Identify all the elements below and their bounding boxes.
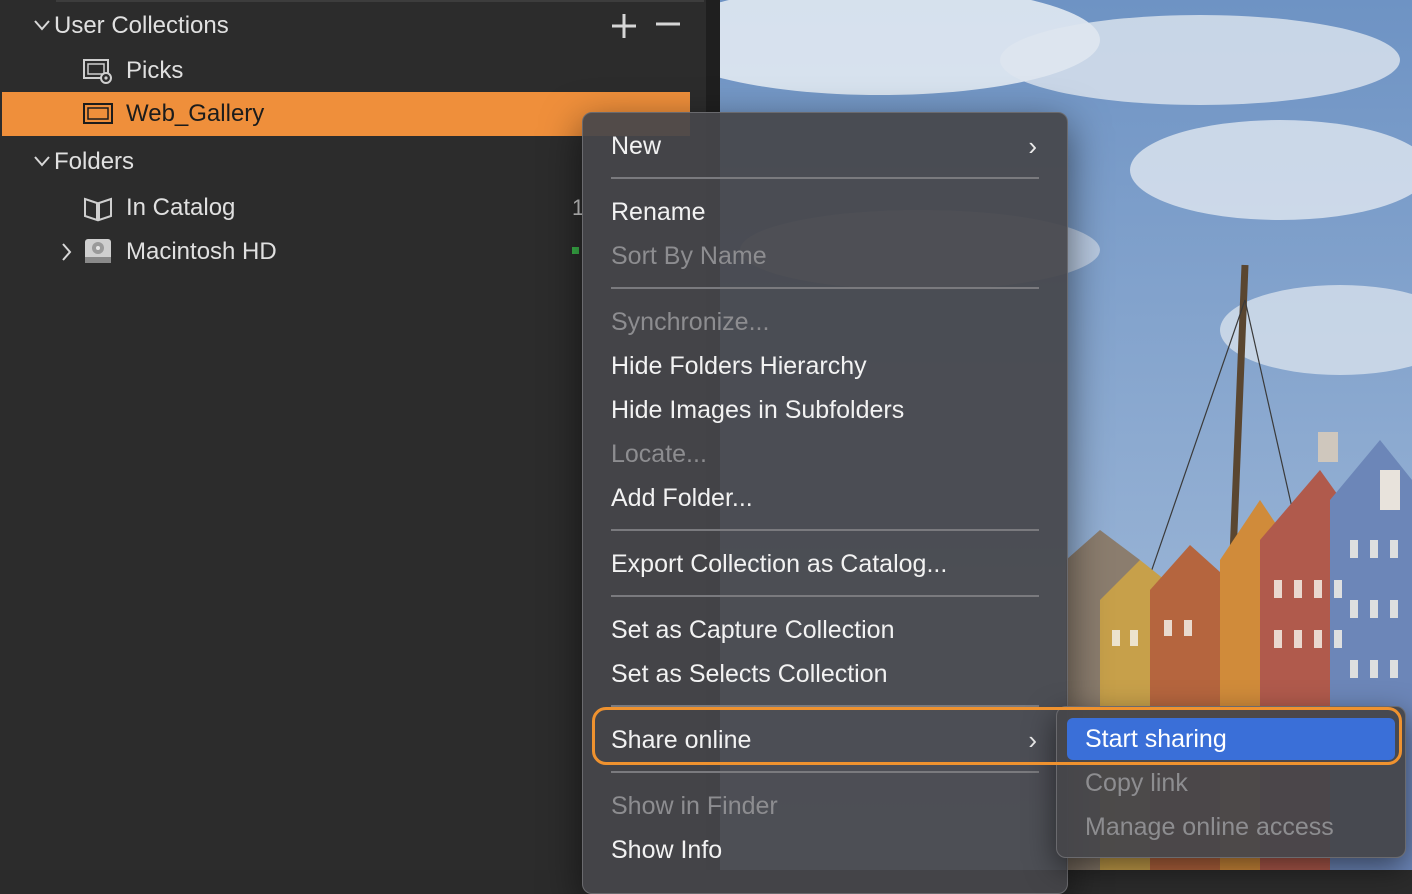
menu-item-hide-images-in-subfolders[interactable]: Hide Images in Subfolders: [611, 390, 1039, 430]
menu-separator: [611, 529, 1039, 531]
folder-item-label: In Catalog: [126, 194, 236, 221]
menu-item-set-as-selects-collection[interactable]: Set as Selects Collection: [611, 654, 1039, 694]
menu-separator: [611, 287, 1039, 289]
menu-item-share-online[interactable]: Share online ›: [611, 720, 1039, 760]
user-collections-header[interactable]: User Collections: [0, 4, 690, 48]
share-online-submenu: Start sharing Copy link Manage online ac…: [1056, 706, 1406, 858]
folders-label: Folders: [54, 148, 135, 175]
smart-album-icon: [83, 56, 113, 86]
context-menu: New › Rename Sort By Name Synchronize...…: [582, 112, 1068, 894]
chevron-right-icon: ›: [1028, 725, 1037, 755]
submenu-item-manage-online-access: Manage online access: [1085, 813, 1334, 841]
menu-item-export-collection-as-catalog[interactable]: Export Collection as Catalog...: [611, 544, 1039, 584]
hard-drive-icon: [83, 236, 113, 266]
collection-item-picks[interactable]: Picks: [0, 49, 690, 93]
online-status-indicator: [572, 247, 579, 254]
chevron-right-icon: ›: [1028, 131, 1037, 161]
user-collections-label: User Collections: [54, 12, 229, 39]
menu-item-label: New: [611, 132, 662, 160]
catalog-book-icon: [83, 193, 113, 223]
panel-top-divider: [56, 0, 704, 2]
album-icon: [83, 99, 113, 129]
menu-item-locate: Locate...: [611, 440, 707, 468]
menu-item-label: Share online: [611, 726, 752, 754]
menu-item-sort-by-name: Sort By Name: [611, 242, 767, 270]
menu-separator: [611, 595, 1039, 597]
chevron-right-icon[interactable]: [58, 230, 74, 290]
collection-item-label: Picks: [126, 57, 184, 84]
menu-separator: [611, 771, 1039, 773]
collection-item-label: Web_Gallery: [126, 100, 265, 127]
menu-item-synchronize: Synchronize...: [611, 308, 770, 336]
submenu-item-start-sharing[interactable]: Start sharing: [1067, 718, 1395, 760]
menu-item-show-in-finder: Show in Finder: [611, 792, 778, 820]
menu-separator: [611, 705, 1039, 707]
submenu-item-copy-link: Copy link: [1085, 769, 1188, 797]
menu-item-set-as-capture-collection[interactable]: Set as Capture Collection: [611, 610, 1039, 650]
menu-item-new[interactable]: New ›: [611, 126, 1039, 166]
menu-item-show-info[interactable]: Show Info: [611, 830, 1039, 870]
menu-item-add-folder[interactable]: Add Folder...: [611, 478, 1039, 518]
menu-separator: [611, 177, 1039, 179]
folder-item-label: Macintosh HD: [126, 238, 277, 265]
menu-item-hide-folders-hierarchy[interactable]: Hide Folders Hierarchy: [611, 346, 1039, 386]
menu-item-rename[interactable]: Rename: [611, 192, 1039, 232]
